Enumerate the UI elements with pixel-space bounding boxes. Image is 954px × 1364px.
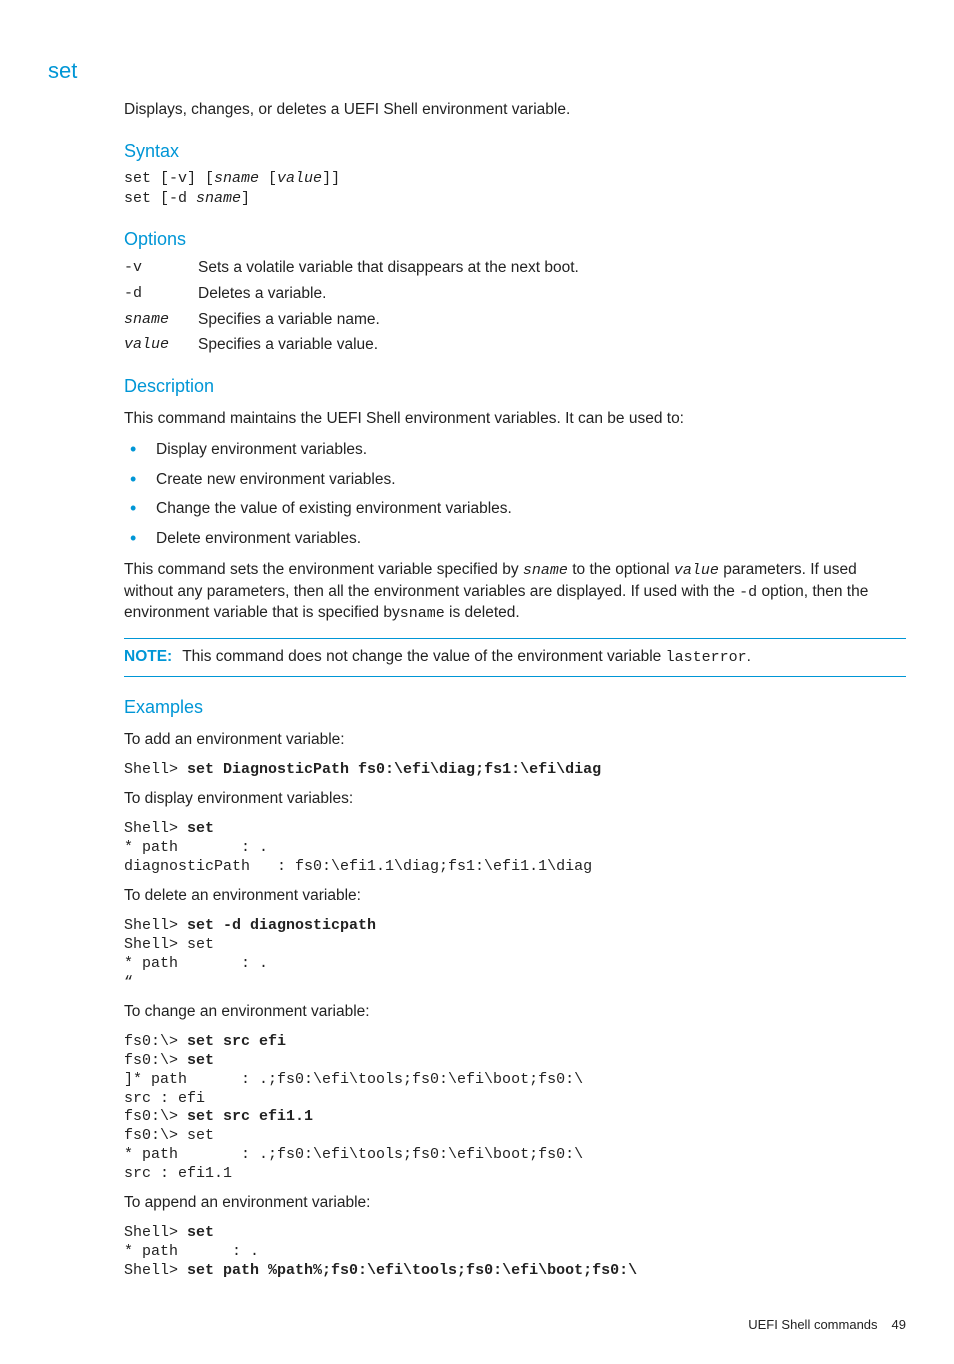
page-footer: UEFI Shell commands 49: [124, 1316, 906, 1334]
option-description: Sets a volatile variable that disappears…: [198, 258, 906, 279]
option-row: -vSets a volatile variable that disappea…: [124, 258, 906, 279]
example-code-append: Shell> set * path : . Shell> set path %p…: [124, 1224, 906, 1280]
option-term: -v: [124, 258, 198, 279]
desc-code-d-option: -d: [739, 584, 757, 601]
bullet-item: Change the value of existing environment…: [124, 499, 906, 520]
syntax-arg-sname: sname: [196, 190, 241, 207]
example-code-change: fs0:\> set src efi fs0:\> set ]* path : …: [124, 1033, 906, 1183]
example-code-delete: Shell> set -d diagnosticpath Shell> set …: [124, 917, 906, 992]
intro-text: Displays, changes, or deletes a UEFI She…: [124, 100, 906, 121]
note-text: This command does not change the value o…: [182, 648, 665, 665]
bullet-item: Display environment variables.: [124, 440, 906, 461]
option-row: -dDeletes a variable.: [124, 284, 906, 305]
options-heading: Options: [124, 227, 906, 251]
option-description: Specifies a variable value.: [198, 335, 906, 356]
syntax-text: ]]: [322, 170, 340, 187]
syntax-text: ]: [241, 190, 250, 207]
example-label: To add an environment variable:: [124, 730, 906, 751]
syntax-text: set [-d: [124, 190, 196, 207]
example-label: To delete an environment variable:: [124, 886, 906, 907]
desc-code-sname: sname: [523, 562, 568, 579]
option-row: snameSpecifies a variable name.: [124, 310, 906, 331]
footer-section-label: UEFI Shell commands: [748, 1317, 877, 1332]
syntax-line-1: set [-v] [sname [value]]: [124, 169, 906, 189]
desc-text: This command sets the environment variab…: [124, 561, 523, 578]
option-row: valueSpecifies a variable value.: [124, 335, 906, 356]
syntax-arg-value: value: [277, 170, 322, 187]
option-description: Specifies a variable name.: [198, 310, 906, 331]
note-code-lasterror: lasterror: [666, 649, 747, 666]
syntax-line-2: set [-d sname]: [124, 189, 906, 209]
desc-text: is deleted.: [445, 604, 520, 621]
example-code-display: Shell> set * path : . diagnosticPath : f…: [124, 820, 906, 876]
example-label: To change an environment variable:: [124, 1002, 906, 1023]
example-label: To append an environment variable:: [124, 1193, 906, 1214]
description-heading: Description: [124, 374, 906, 398]
syntax-arg-sname: sname: [214, 170, 259, 187]
command-title: set: [48, 56, 906, 86]
bullet-item: Delete environment variables.: [124, 529, 906, 550]
desc-code-value: value: [674, 562, 719, 579]
syntax-text: set [-v] [: [124, 170, 214, 187]
note-text: .: [747, 648, 751, 665]
option-term: -d: [124, 284, 198, 305]
syntax-text: [: [259, 170, 277, 187]
syntax-heading: Syntax: [124, 139, 906, 163]
examples-heading: Examples: [124, 695, 906, 719]
example-label: To display environment variables:: [124, 789, 906, 810]
desc-code-sname: sname: [400, 605, 445, 622]
bullet-item: Create new environment variables.: [124, 470, 906, 491]
note-label: NOTE:: [124, 648, 172, 665]
desc-text: to the optional: [568, 561, 674, 578]
description-paragraph: This command maintains the UEFI Shell en…: [124, 409, 906, 430]
example-code-add: Shell> set DiagnosticPath fs0:\efi\diag;…: [124, 761, 906, 780]
option-term: sname: [124, 310, 198, 331]
page-number: 49: [892, 1317, 906, 1332]
option-description: Deletes a variable.: [198, 284, 906, 305]
note-box: NOTE: This command does not change the va…: [124, 638, 906, 677]
option-term: value: [124, 335, 198, 356]
description-paragraph-2: This command sets the environment variab…: [124, 560, 906, 624]
